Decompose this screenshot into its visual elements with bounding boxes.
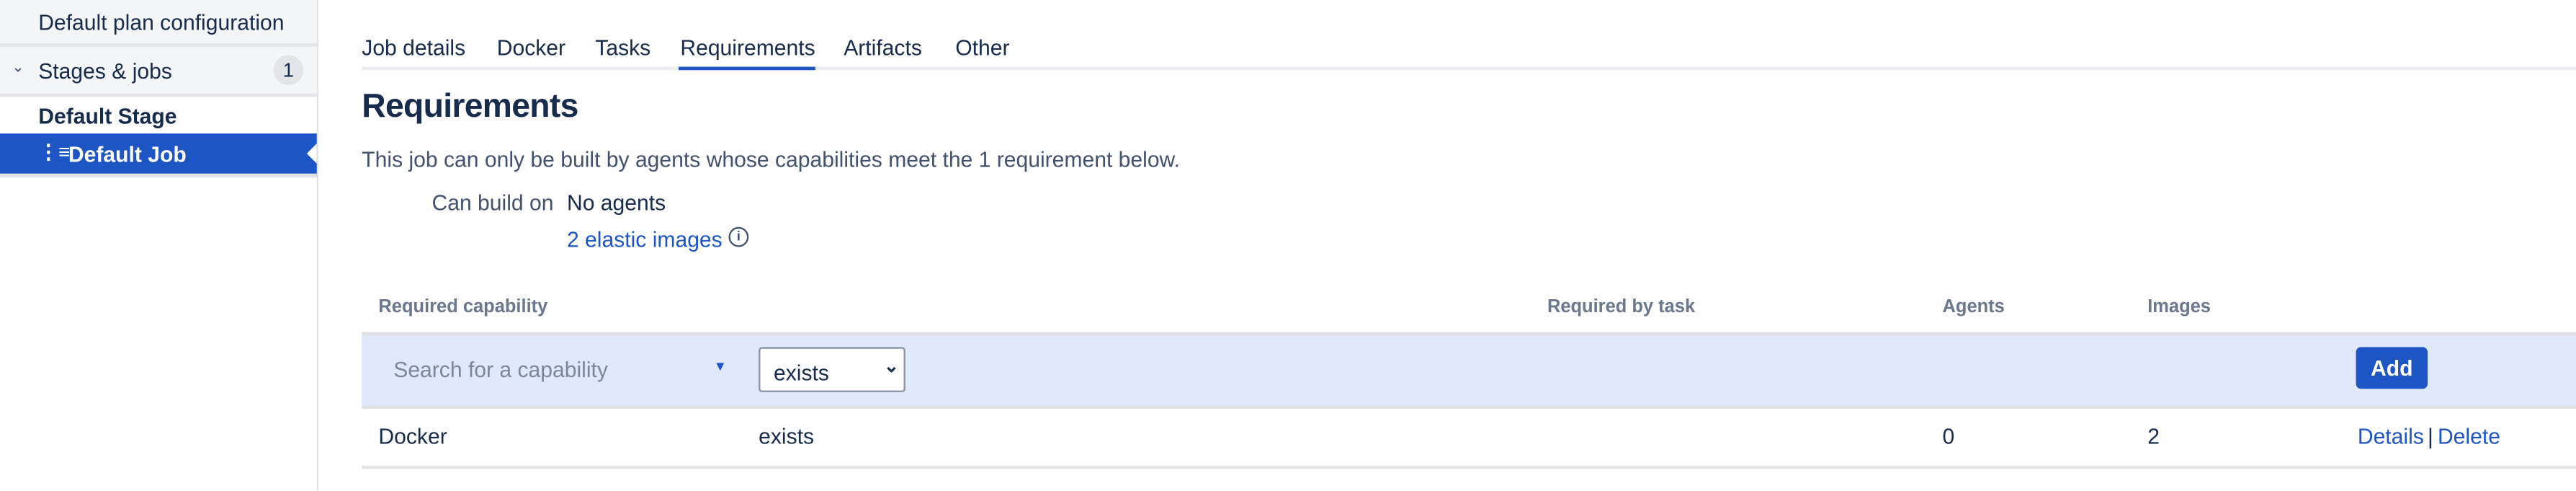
job-label: Default Job bbox=[68, 141, 187, 167]
column-header-required-by-task: Required by task bbox=[1547, 296, 1696, 317]
condition-selected: exists bbox=[773, 360, 829, 386]
selected-pointer-icon bbox=[306, 143, 317, 164]
tab-artifacts[interactable]: Artifacts bbox=[844, 35, 922, 61]
list-icon: ⋮≡ bbox=[38, 140, 71, 164]
can-build-on-label: Can build on bbox=[431, 190, 554, 216]
images-cell: 2 bbox=[2147, 423, 2160, 449]
stage-label: Default Stage bbox=[38, 103, 177, 129]
caret-down-icon[interactable]: ▼ bbox=[714, 359, 727, 374]
sidebar-item-stage[interactable]: Default Stage bbox=[0, 97, 317, 133]
condition-cell: exists bbox=[759, 423, 815, 449]
page-title: Requirements bbox=[362, 88, 578, 125]
count-badge: 1 bbox=[273, 55, 304, 86]
capability-cell: Docker bbox=[378, 423, 447, 449]
column-header-capability: Required capability bbox=[378, 296, 548, 317]
column-header-agents: Agents bbox=[1942, 296, 2005, 317]
info-icon[interactable]: i bbox=[728, 226, 749, 247]
add-requirement-row: Search for a capability ▼ exists ⌄ Add bbox=[362, 332, 2576, 410]
sidebar-item-stages-jobs[interactable]: ⌄ Stages & jobs 1 bbox=[0, 46, 317, 97]
sidebar-item-plan-config[interactable]: Default plan configuration bbox=[0, 0, 317, 47]
condition-select[interactable]: exists ⌄ bbox=[759, 347, 905, 392]
search-placeholder: Search for a capability bbox=[393, 357, 608, 383]
tab-tasks[interactable]: Tasks bbox=[595, 35, 650, 61]
table-row: Docker exists 0 2 Details | Delete bbox=[362, 405, 2576, 469]
page-description: This job can only be built by agents who… bbox=[362, 146, 1181, 172]
sidebar-item-label: Stages & jobs bbox=[38, 58, 172, 84]
tab-job-details[interactable]: Job details bbox=[362, 35, 465, 61]
can-build-on-value: No agents bbox=[566, 190, 666, 216]
elastic-images-link[interactable]: 2 elastic images bbox=[567, 227, 723, 252]
sidebar: Default plan configuration ⌄ Stages & jo… bbox=[0, 0, 319, 491]
delete-link[interactable]: Delete bbox=[2438, 424, 2500, 449]
chevron-down-icon: ⌄ bbox=[883, 357, 900, 378]
tab-other[interactable]: Other bbox=[955, 35, 1009, 61]
chevron-down-icon[interactable]: ⌄ bbox=[12, 58, 24, 76]
active-tab-indicator bbox=[679, 66, 815, 71]
tab-docker[interactable]: Docker bbox=[497, 35, 565, 61]
sidebar-item-label: Default plan configuration bbox=[38, 9, 285, 35]
tab-requirements[interactable]: Requirements bbox=[680, 35, 815, 61]
column-header-images: Images bbox=[2147, 296, 2211, 317]
details-link[interactable]: Details bbox=[2358, 424, 2424, 449]
add-button[interactable]: Add bbox=[2356, 347, 2428, 389]
capability-search-input[interactable]: Search for a capability ▼ bbox=[378, 349, 732, 387]
action-separator: | bbox=[2428, 423, 2433, 449]
agents-cell: 0 bbox=[1942, 423, 1955, 449]
sidebar-item-job[interactable]: ⋮≡ Default Job bbox=[0, 133, 317, 177]
